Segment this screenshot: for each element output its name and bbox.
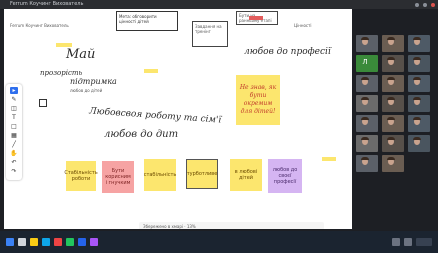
- participant-hair: [387, 117, 395, 120]
- participant-video-tile[interactable]: [382, 75, 404, 92]
- participant-video-tile[interactable]: [382, 155, 404, 172]
- participant-hair: [387, 157, 395, 160]
- volume-icon[interactable]: [404, 238, 412, 246]
- sticky-note[interactable]: Стабільність роботи: [64, 161, 98, 191]
- close-icon[interactable]: [431, 3, 435, 7]
- undo-icon[interactable]: ↶: [10, 159, 18, 166]
- maximize-icon[interactable]: [423, 3, 427, 7]
- participant-video-tile[interactable]: [382, 55, 404, 72]
- sticky-note[interactable]: любов до своєї професії: [268, 159, 302, 193]
- participant-video-tile[interactable]: [356, 75, 378, 92]
- participant-video-tile[interactable]: [356, 35, 378, 52]
- app-icon[interactable]: [90, 238, 98, 246]
- participant-hair: [361, 157, 369, 160]
- taskbar: [0, 231, 438, 253]
- sticky-icon[interactable]: ▦: [10, 132, 18, 139]
- participant-hair: [361, 97, 369, 100]
- participant-video-tile[interactable]: [408, 115, 430, 132]
- red-marker: [249, 16, 263, 20]
- pointer-icon[interactable]: ▸: [10, 87, 18, 94]
- participant-hair: [387, 57, 395, 60]
- handwriting-caption: любов до дітей: [70, 88, 103, 93]
- whiteboard-canvas[interactable]: Ferrum Коучинг Вихователь Мета: обговори…: [4, 9, 352, 229]
- participant-hair: [413, 97, 421, 100]
- participant-video-tile[interactable]: [356, 155, 378, 172]
- goal-text: Мета: обговорити цінності дітей: [119, 14, 157, 24]
- participant-hair: [387, 37, 395, 40]
- shape-icon[interactable]: □: [10, 123, 18, 130]
- participant-video-tile[interactable]: [356, 135, 378, 152]
- sticky-note[interactable]: в любові дітей: [230, 159, 262, 191]
- task-text: Завдання на тренінг: [195, 24, 222, 34]
- handwriting-text[interactable]: прозорість: [40, 69, 82, 77]
- handwriting-text[interactable]: Май: [66, 47, 95, 62]
- shape-square[interactable]: [39, 99, 47, 107]
- participant-hair: [413, 117, 421, 120]
- clock[interactable]: [416, 238, 432, 246]
- app-icon[interactable]: [54, 238, 62, 246]
- pen-icon[interactable]: ✎: [10, 96, 18, 103]
- window-title: Ferrum Коучинг Вихователь: [10, 1, 84, 7]
- participant-video-tile[interactable]: Л: [356, 55, 378, 72]
- hand-icon[interactable]: ✋: [10, 150, 18, 157]
- line-icon[interactable]: ╱: [10, 141, 18, 148]
- redo-icon[interactable]: ↷: [10, 168, 18, 175]
- task-frame[interactable]: Завдання на тренінг: [192, 21, 228, 47]
- participant-hair: [387, 97, 395, 100]
- participant-hair: [413, 37, 421, 40]
- participant-video-tile[interactable]: [382, 115, 404, 132]
- participant-video-tile[interactable]: [356, 95, 378, 112]
- drawing-toolbar: ▸ ✎ ◫ T □ ▦ ╱ ✋ ↶ ↷: [6, 84, 22, 180]
- folder-icon[interactable]: [30, 238, 38, 246]
- tag-sticky[interactable]: [322, 157, 336, 161]
- video-call-icon[interactable]: [78, 238, 86, 246]
- board-status-bar: Збережено в хмарі · 13%: [139, 222, 324, 229]
- window-titlebar: Ferrum Коучинг Вихователь: [0, 0, 438, 9]
- text-icon[interactable]: T: [10, 114, 18, 121]
- participant-video-tile[interactable]: [382, 95, 404, 112]
- participant-hair: [361, 137, 369, 140]
- participant-video-tile[interactable]: [382, 135, 404, 152]
- start-icon[interactable]: [6, 238, 14, 246]
- participant-initial: Л: [362, 58, 368, 66]
- participant-video-tile[interactable]: [382, 35, 404, 52]
- sticky-note[interactable]: стабільність: [144, 159, 176, 191]
- tray-icon[interactable]: [392, 238, 400, 246]
- sticky-note[interactable]: Бути корисним і гнучким: [102, 161, 134, 193]
- participant-hair: [361, 117, 369, 120]
- board-header-label: Ferrum Коучинг Вихователь: [10, 23, 69, 28]
- tag-sticky[interactable]: [144, 69, 158, 73]
- participant-hair: [413, 77, 421, 80]
- participant-video-tile[interactable]: [408, 95, 430, 112]
- participant-video-tile[interactable]: [408, 75, 430, 92]
- handwriting-text[interactable]: Любовсвоя роботу та сім'ї: [89, 106, 222, 125]
- participant-hair: [413, 57, 421, 60]
- search-icon[interactable]: [18, 238, 26, 246]
- participant-hair: [387, 77, 395, 80]
- participant-hair: [413, 137, 421, 140]
- participant-video-tile[interactable]: [408, 55, 430, 72]
- app-icon[interactable]: [66, 238, 74, 246]
- sticky-note-top[interactable]: Не знав, як бути окремим для дітей!: [236, 75, 280, 125]
- participant-hair: [387, 137, 395, 140]
- eraser-icon[interactable]: ◫: [10, 105, 18, 112]
- browser-icon[interactable]: [42, 238, 50, 246]
- minimize-icon[interactable]: [415, 3, 419, 7]
- values-label: Цінності: [294, 23, 312, 28]
- participant-video-tile[interactable]: [356, 115, 378, 132]
- participant-video-tile[interactable]: [408, 35, 430, 52]
- board-status-text: Збережено в хмарі · 13%: [143, 224, 196, 229]
- handwriting-text[interactable]: любов до професії: [244, 47, 331, 57]
- handwriting-text[interactable]: любов до дит: [104, 129, 178, 140]
- goal-frame[interactable]: Мета: обговорити цінності дітей: [116, 11, 178, 31]
- participant-hair: [361, 77, 369, 80]
- participant-hair: [361, 37, 369, 40]
- sticky-note[interactable]: турботливе: [186, 159, 218, 189]
- participants-gallery: Л: [356, 35, 434, 215]
- participant-video-tile[interactable]: [408, 135, 430, 152]
- handwriting-text[interactable]: підтримка: [70, 77, 117, 86]
